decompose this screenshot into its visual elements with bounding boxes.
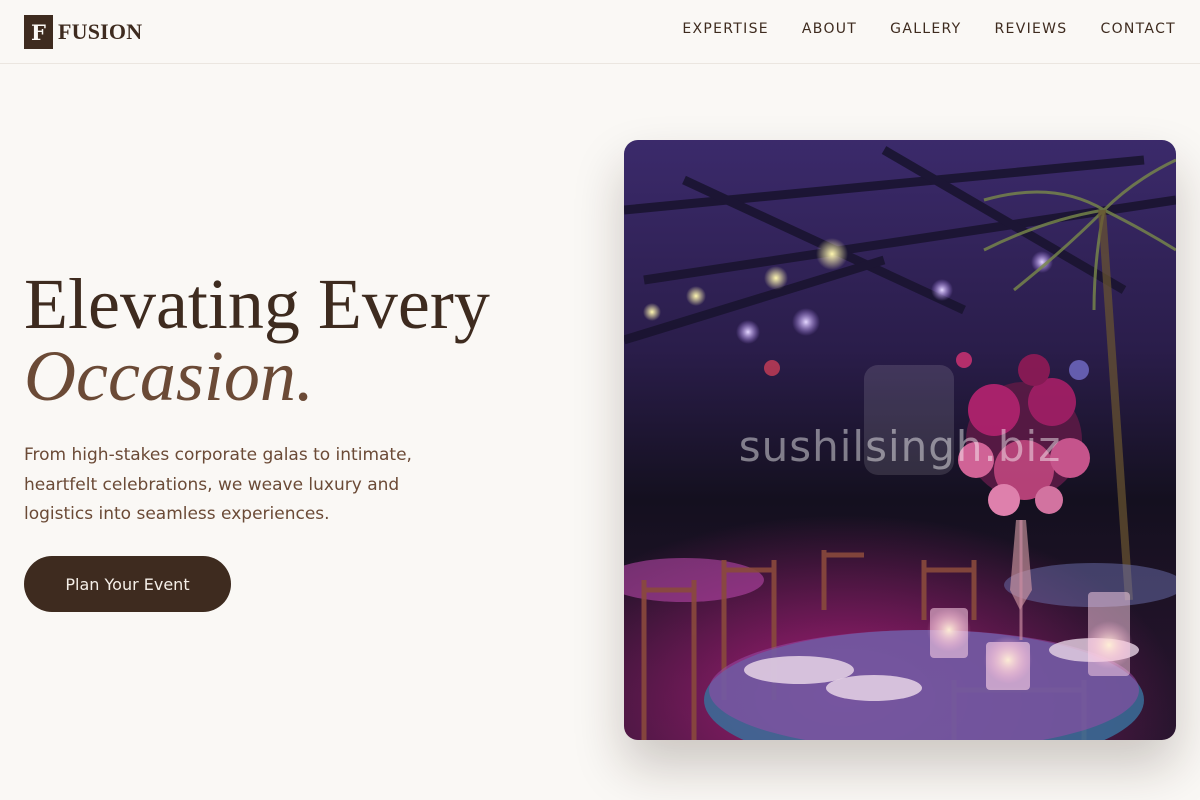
site-header: F FUSION EXPERTISE ABOUT GALLERY REVIEWS…: [0, 0, 1200, 64]
logo[interactable]: F FUSION: [24, 15, 142, 49]
nav-link-gallery[interactable]: GALLERY: [890, 21, 961, 37]
hero-text: Elevating Every Occasion. From high-stak…: [24, 268, 584, 530]
logo-mark: F: [24, 15, 53, 49]
main-nav: EXPERTISE ABOUT GALLERY REVIEWS CONTACT: [682, 21, 1176, 37]
nav-link-contact[interactable]: CONTACT: [1101, 21, 1177, 37]
headline-line-2: Occasion.: [24, 336, 314, 416]
nav-link-reviews[interactable]: REVIEWS: [995, 21, 1068, 37]
hero-headline: Elevating Every Occasion.: [24, 268, 584, 412]
logo-text: FUSION: [58, 19, 143, 44]
hero-subtext: From high-stakes corporate galas to inti…: [24, 445, 412, 524]
nav-link-expertise[interactable]: EXPERTISE: [682, 21, 769, 37]
headline-line-1: Elevating Every: [24, 264, 490, 344]
image-watermark: sushilsingh.biz: [738, 422, 1062, 471]
nav-link-about[interactable]: ABOUT: [802, 21, 857, 37]
hero-event-photo: sushilsingh.biz: [624, 140, 1176, 740]
plan-your-event-button[interactable]: Plan Your Event: [24, 556, 231, 612]
